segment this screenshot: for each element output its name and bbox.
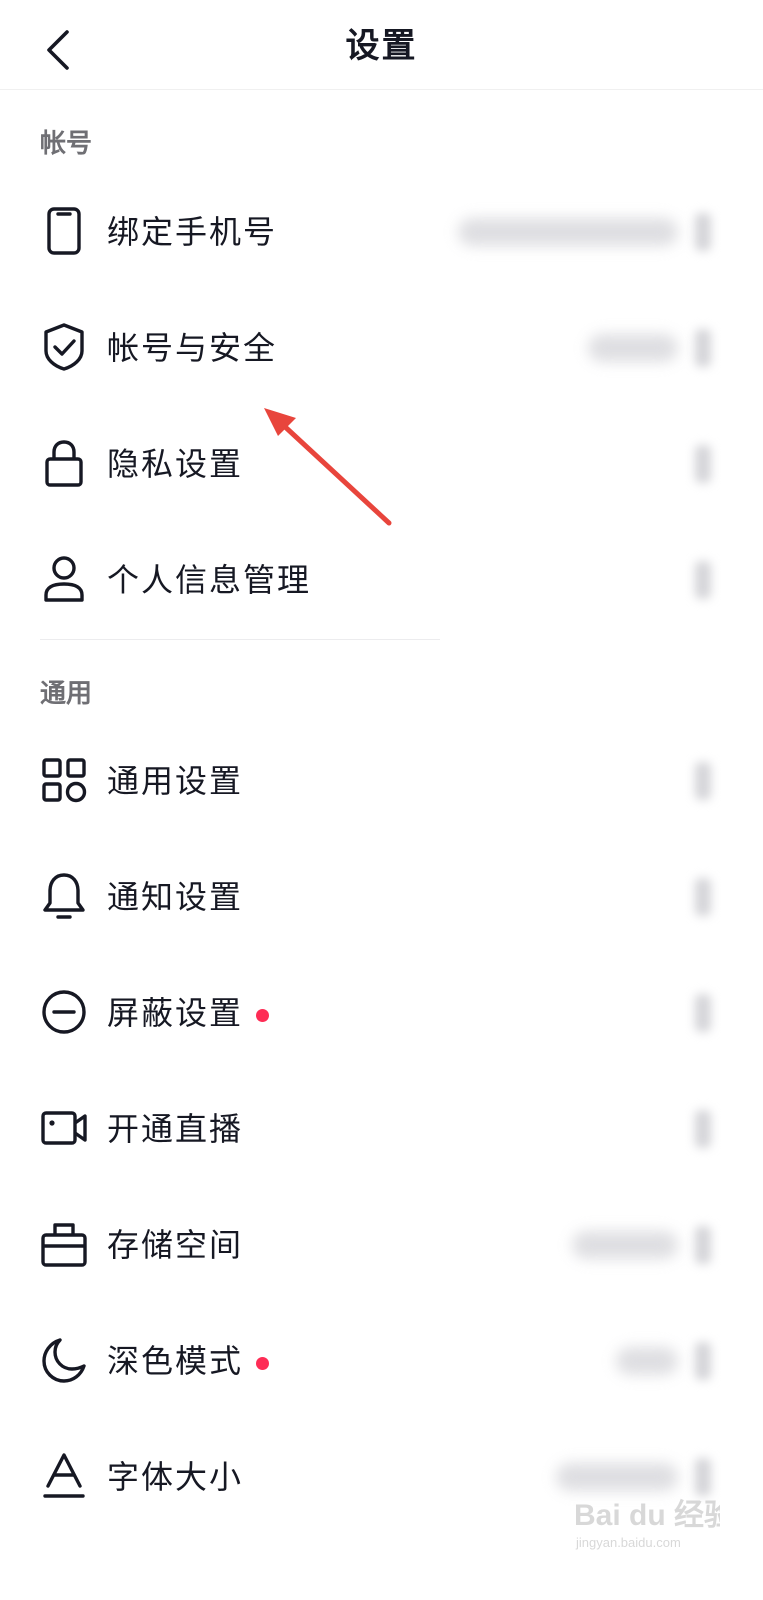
blurred-value [572,1231,678,1259]
watermark-logo: Bai du 经验 jingyan.baidu.com [570,1485,734,1555]
bell-icon [38,870,90,922]
settings-item-label: 隐私设置 [107,445,244,483]
video-camera-icon [38,1102,90,1154]
section-header-general: 通用 [40,679,93,709]
settings-page: 设置 帐号 绑定手机号 帐号与安全 隐私设置 个人信息管理 通用 通用设置 通知… [0,0,763,1600]
lock-icon [38,437,90,489]
settings-item-label: 深色模式 [107,1342,244,1380]
chevron-right-icon [695,1110,711,1148]
settings-item-general[interactable]: 通用设置 [0,724,763,840]
settings-item-storage[interactable]: 存储空间 [0,1188,763,1304]
settings-item-personal-info[interactable]: 个人信息管理 [0,523,763,639]
settings-item-label: 字体大小 [107,1458,244,1496]
settings-item-privacy[interactable]: 隐私设置 [0,407,763,523]
watermark-subtext: jingyan.baidu.com [575,1535,681,1550]
blurred-value [458,218,678,246]
settings-item-account-security[interactable]: 帐号与安全 [0,291,763,407]
phone-icon [38,205,90,257]
notification-dot [256,1009,269,1022]
grid-icon [38,754,90,806]
chevron-right-icon [695,1342,711,1380]
settings-item-notifications[interactable]: 通知设置 [0,840,763,956]
storage-box-icon [38,1218,90,1270]
navigation-bar: 设置 [0,0,763,90]
moon-icon [38,1334,90,1386]
settings-item-label: 屏蔽设置 [107,994,244,1032]
settings-item-bind-phone[interactable]: 绑定手机号 [0,175,763,291]
chevron-right-icon [695,762,711,800]
chevron-right-icon [695,1226,711,1264]
chevron-right-icon [695,878,711,916]
settings-item-label: 帐号与安全 [107,329,278,367]
chevron-right-icon [695,445,711,483]
settings-item-label: 通知设置 [107,878,244,916]
chevron-right-icon [695,994,711,1032]
block-icon [38,986,90,1038]
chevron-right-icon [695,561,711,599]
settings-item-dark-mode[interactable]: 深色模式 [0,1304,763,1420]
chevron-right-icon [695,329,711,367]
section-divider [40,639,440,640]
settings-item-label: 个人信息管理 [107,561,312,599]
settings-item-label: 通用设置 [107,762,244,800]
settings-item-label: 存储空间 [107,1226,244,1264]
settings-item-label: 绑定手机号 [107,213,278,251]
font-size-icon [38,1450,90,1502]
notification-dot [256,1357,269,1370]
blurred-value [588,334,678,362]
person-icon [38,553,90,605]
page-title: 设置 [345,26,418,66]
shield-check-icon [38,321,90,373]
section-header-account: 帐号 [40,129,93,159]
settings-item-label: 开通直播 [107,1110,244,1148]
watermark-text: Bai du 经验 [574,1498,720,1532]
settings-item-live[interactable]: 开通直播 [0,1072,763,1188]
chevron-right-icon [695,213,711,251]
blurred-value [616,1347,678,1375]
settings-item-block[interactable]: 屏蔽设置 [0,956,763,1072]
